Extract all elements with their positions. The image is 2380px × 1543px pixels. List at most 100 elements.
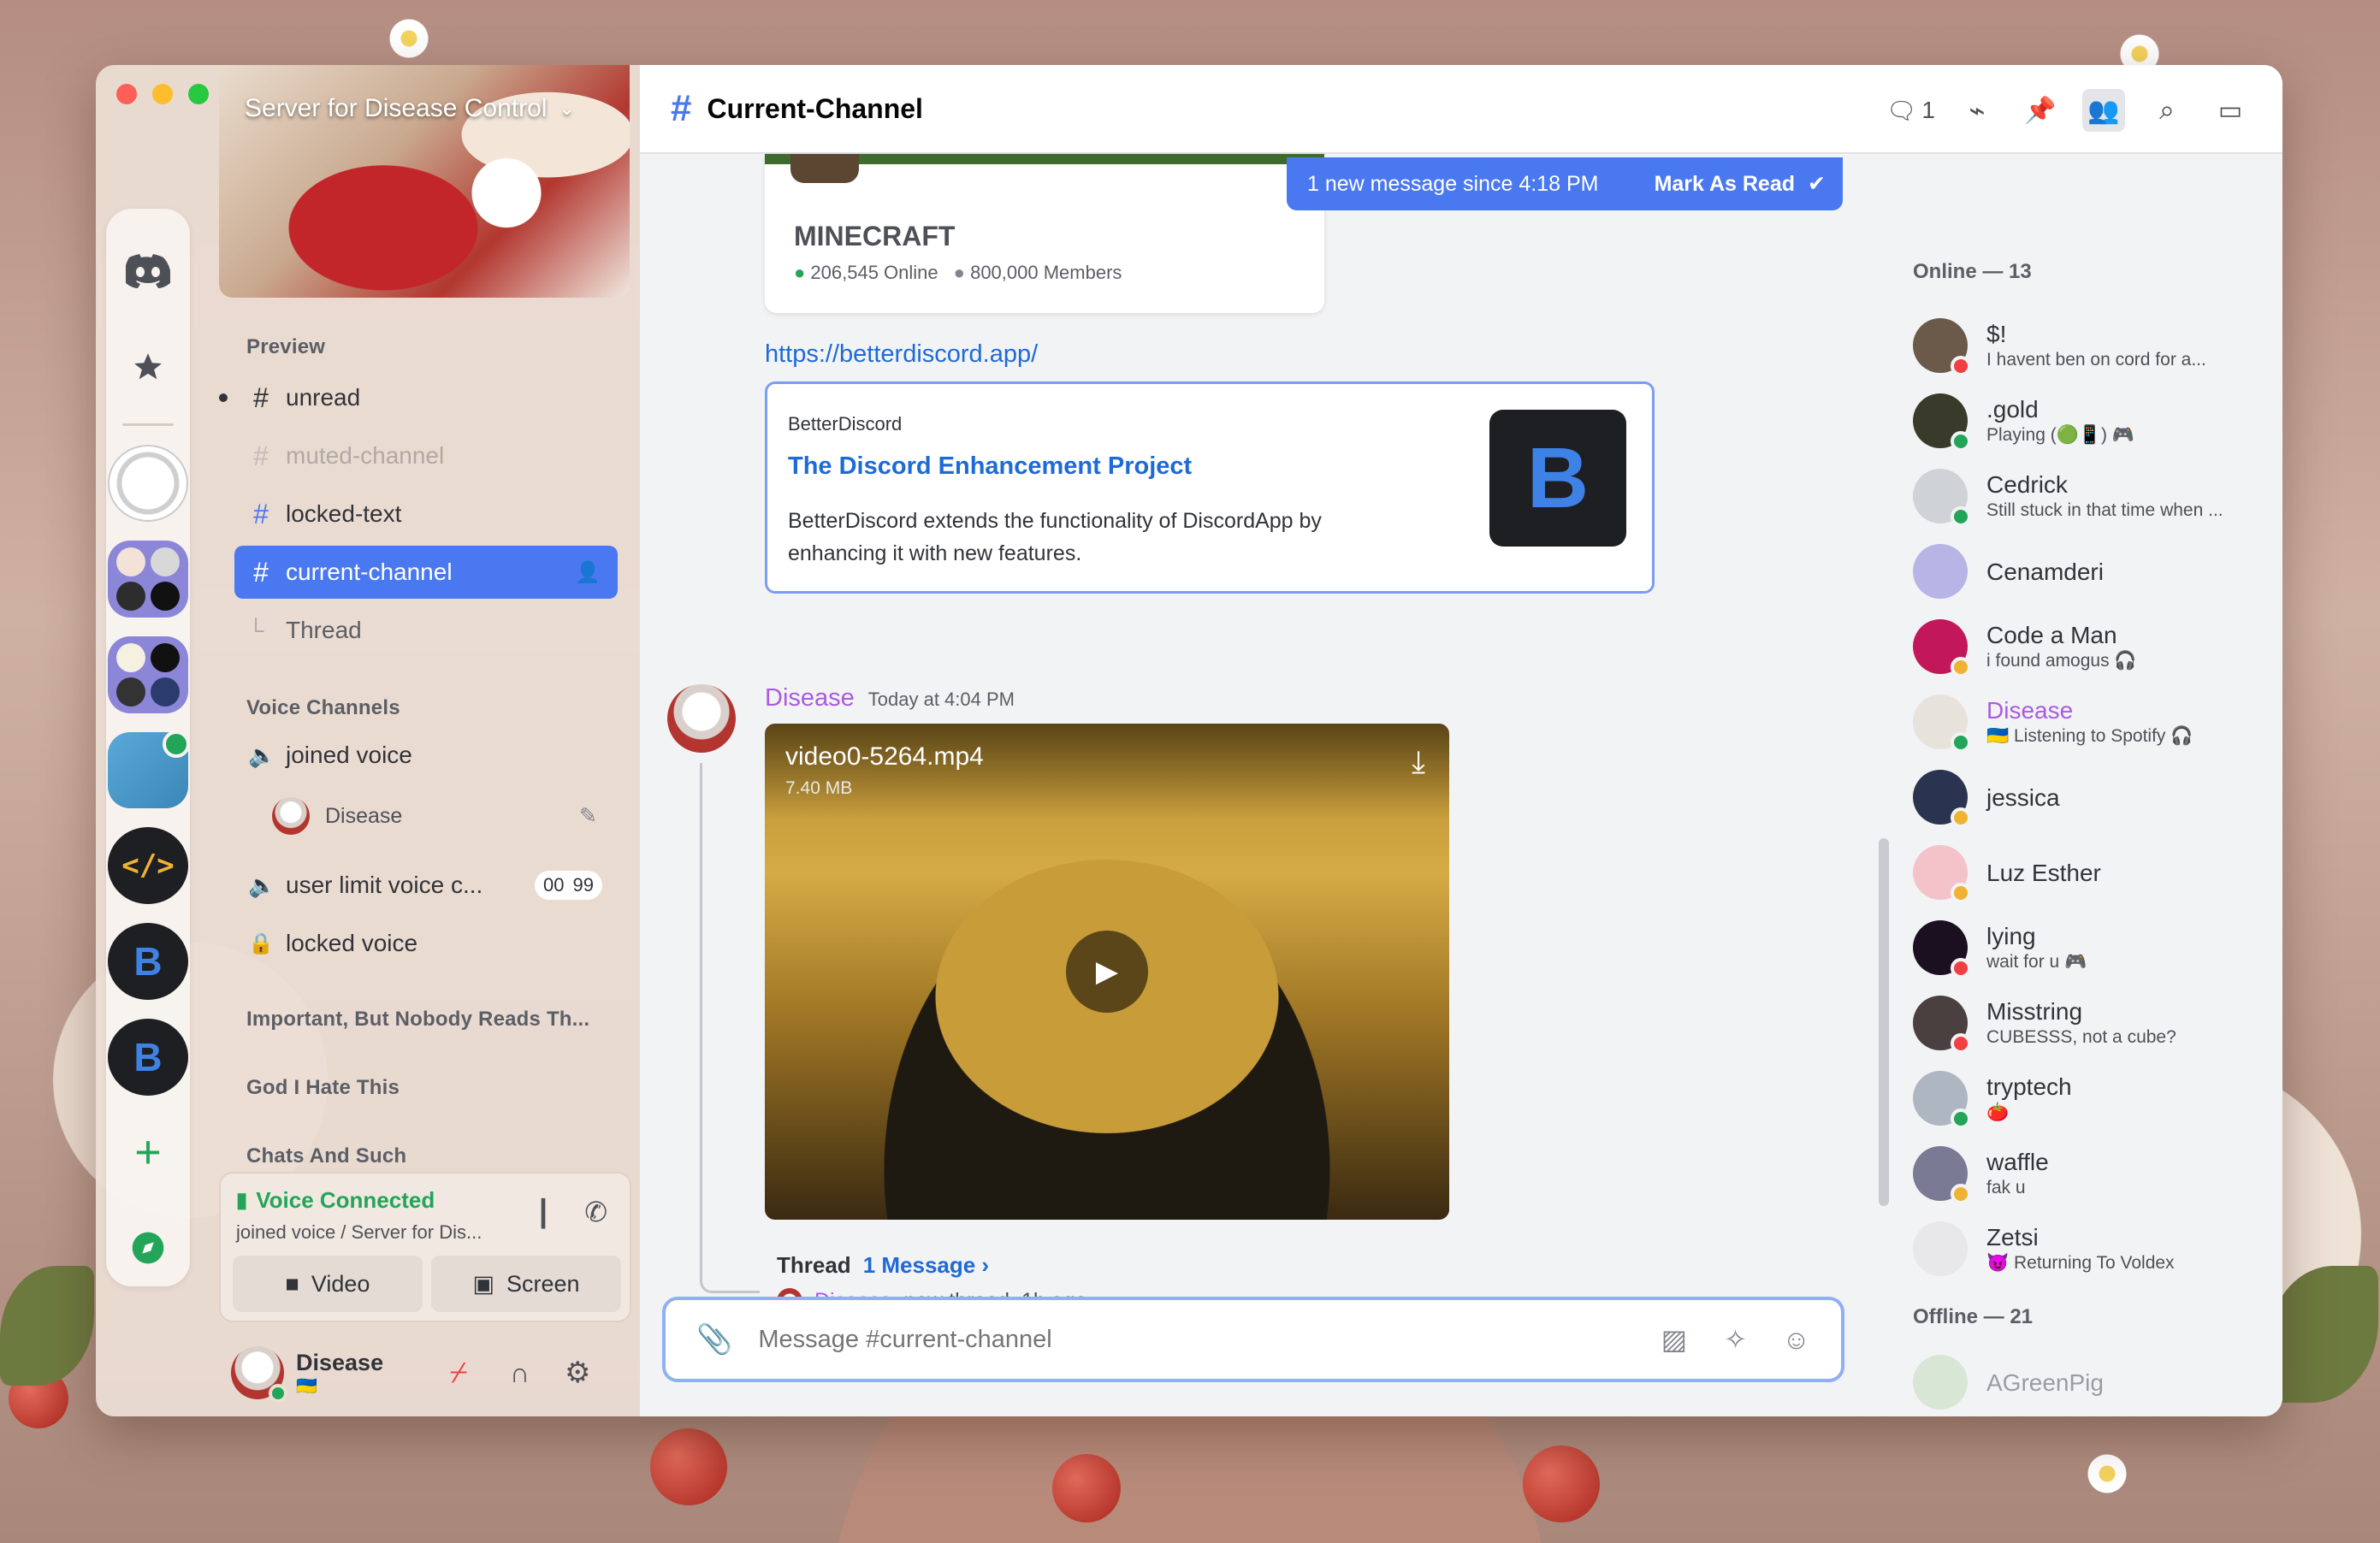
member-name: Code a Man: [1986, 622, 2117, 649]
members-dot: ●: [953, 262, 965, 283]
member-item[interactable]: Luz Esther: [1913, 838, 2272, 907]
channel-current[interactable]: # current-channel 👤: [234, 546, 618, 599]
member-name: waffle: [1986, 1149, 2049, 1176]
category-important[interactable]: Important, But Nobody Reads Th...: [246, 1008, 589, 1032]
disconnect-icon[interactable]: ✆: [584, 1196, 607, 1228]
server-avatar-1[interactable]: [108, 445, 188, 523]
inbox-button[interactable]: ▭: [2209, 89, 2252, 132]
avatar[interactable]: [231, 1346, 287, 1403]
server-code-icon[interactable]: </>: [108, 827, 188, 905]
member-item[interactable]: .gold Playing (🟢📱) 🎮: [1913, 387, 2272, 455]
member-item[interactable]: Cenamderi: [1913, 537, 2272, 606]
new-messages-text: 1 new message since 4:18 PM: [1307, 171, 1599, 196]
member-item[interactable]: tryptech 🍅: [1913, 1064, 2272, 1132]
mute-notifications-button[interactable]: ⌁: [1956, 89, 1998, 132]
video-attachment[interactable]: video0-5264.mp4 7.40 MB ⤓ ▶: [765, 724, 1449, 1220]
new-messages-bar[interactable]: 1 new message since 4:18 PM Mark As Read…: [1287, 157, 1843, 210]
download-icon[interactable]: ⤓: [1412, 744, 1425, 781]
mic-muted-icon[interactable]: ⌿: [450, 1357, 467, 1390]
category-god[interactable]: God I Hate This: [246, 1076, 400, 1100]
voice-location[interactable]: joined voice / Server for Dis...: [236, 1221, 482, 1244]
search-button[interactable]: ⌕: [2146, 89, 2188, 132]
member-item[interactable]: waffle fak u: [1913, 1139, 2272, 1208]
member-list-button[interactable]: 👥: [2082, 89, 2125, 132]
server-betterdiscord-1[interactable]: B: [108, 923, 188, 1000]
screen-share-button[interactable]: ▣ Screen: [431, 1256, 621, 1312]
leaf-decoration: [0, 1266, 94, 1386]
server-joined-voice[interactable]: [108, 730, 190, 809]
headphones-icon[interactable]: ∩: [510, 1357, 530, 1389]
gif-icon[interactable]: ▨: [1661, 1323, 1687, 1356]
member-item[interactable]: jessica: [1913, 763, 2272, 831]
channel-locked-text[interactable]: # locked-text: [234, 488, 618, 541]
leaf-decoration: [2267, 1266, 2378, 1403]
server-folder-1[interactable]: [108, 541, 188, 618]
thread-message-count[interactable]: 1 Message ›: [863, 1252, 989, 1279]
invite-card[interactable]: MINECRAFT ● 206,545 Online ● 800,000 Mem…: [765, 154, 1324, 313]
channel-muted[interactable]: # muted-channel: [234, 429, 618, 482]
betterdiscord-logo: B: [1489, 410, 1626, 547]
gear-icon[interactable]: ⚙: [565, 1356, 590, 1390]
member-item[interactable]: Zetsi 😈 Returning To Voldex: [1913, 1215, 2272, 1283]
speaker-icon: 🔈: [248, 872, 276, 898]
favorites-button[interactable]: [108, 328, 188, 405]
embed-title[interactable]: The Discord Enhancement Project: [788, 452, 1192, 481]
message-author[interactable]: Disease: [765, 684, 855, 712]
server-banner[interactable]: Server for Disease Control ⌄: [219, 65, 630, 298]
avatar: [1913, 544, 1968, 599]
home-button[interactable]: [108, 233, 188, 310]
member-status-text: Still stuck in that time when ...: [1986, 500, 2223, 521]
pinned-messages-button[interactable]: 📌: [2019, 89, 2062, 132]
mark-as-read-button[interactable]: Mark As Read: [1655, 172, 1795, 197]
threads-icon: 🗨: [1886, 97, 1917, 124]
thread-label: Thread: [286, 617, 362, 643]
category-chats[interactable]: Chats And Such: [246, 1144, 406, 1168]
offline-member-item[interactable]: AGreenPig: [1913, 1348, 2272, 1416]
explore-button[interactable]: [108, 1209, 188, 1286]
channel-unread[interactable]: # unread: [234, 371, 618, 424]
message-link[interactable]: https://betterdiscord.app/: [765, 340, 1038, 369]
category-preview[interactable]: Preview: [246, 335, 325, 359]
add-server-button[interactable]: +: [108, 1114, 188, 1191]
threads-button[interactable]: 🗨 1: [1886, 89, 1935, 132]
voice-channel-locked[interactable]: 🔒 locked voice: [234, 917, 618, 970]
thread-name[interactable]: Thread: [777, 1252, 851, 1279]
server-betterdiscord-2[interactable]: B: [108, 1018, 188, 1096]
emoji-icon[interactable]: ☺: [1782, 1324, 1810, 1356]
category-voice[interactable]: Voice Channels: [246, 696, 400, 720]
server-name[interactable]: Server for Disease Control ⌄: [245, 94, 575, 123]
user-flag: 🇺🇦: [296, 1377, 317, 1397]
voice-user[interactable]: Disease ✎: [272, 792, 614, 840]
avatar: [1913, 770, 1971, 828]
voice-channel-joined[interactable]: 🔈 joined voice: [234, 729, 618, 782]
member-item[interactable]: $! I havent ben on cord for a...: [1913, 311, 2272, 380]
avatar[interactable]: [667, 684, 736, 753]
member-item[interactable]: Disease 🇺🇦 Listening to Spotify 🎧: [1913, 688, 2272, 756]
server-folder-2[interactable]: [108, 636, 188, 713]
video-filesize: 7.40 MB: [785, 778, 853, 798]
member-item[interactable]: Code a Man i found amogus 🎧: [1913, 612, 2272, 681]
attach-icon[interactable]: 📎: [696, 1322, 732, 1357]
member-item[interactable]: Misstring CUBESSS, not a cube?: [1913, 989, 2272, 1057]
mark-read-icon: ✔: [1808, 172, 1826, 196]
chat-scrollbar[interactable]: [1879, 838, 1889, 1206]
play-button[interactable]: ▶: [1066, 931, 1148, 1013]
close-window-button[interactable]: [116, 84, 137, 104]
video-filename: video0-5264.mp4: [785, 742, 984, 771]
thread-connector: [700, 763, 760, 1293]
unread-indicator: [219, 393, 228, 402]
thread-item[interactable]: └ Thread: [234, 604, 618, 657]
noise-suppression-icon[interactable]: ┃: [536, 1199, 551, 1229]
member-item[interactable]: lying wait for u 🎮: [1913, 913, 2272, 982]
minimize-window-button[interactable]: [152, 84, 173, 104]
member-name: Zetsi: [1986, 1224, 2039, 1251]
voice-channel-limited[interactable]: 🔈 user limit voice c... 00 99: [234, 859, 618, 912]
add-member-icon[interactable]: 👤: [575, 560, 601, 585]
member-item[interactable]: Cedrick Still stuck in that time when ...: [1913, 462, 2272, 530]
members-icon: 👥: [2087, 96, 2120, 125]
zoom-window-button[interactable]: [188, 84, 209, 104]
video-button[interactable]: ■ Video: [233, 1256, 423, 1312]
voice-status[interactable]: Voice Connected: [256, 1187, 435, 1214]
sparkle-icon[interactable]: ✧: [1724, 1323, 1747, 1356]
message-input[interactable]: [758, 1325, 1614, 1354]
